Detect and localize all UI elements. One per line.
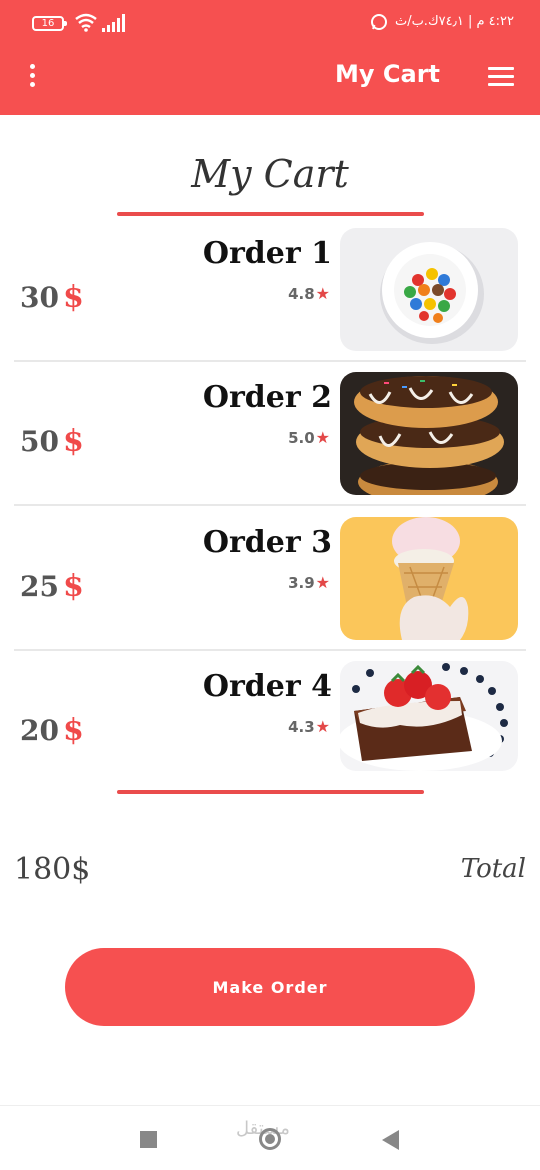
star-icon: ★ <box>315 284 330 303</box>
price-value: 25 <box>20 570 59 603</box>
recent-apps-icon[interactable] <box>140 1131 157 1148</box>
list-bottom-divider <box>117 790 424 794</box>
wifi-icon <box>75 13 97 32</box>
currency-symbol: $ <box>62 713 84 748</box>
star-icon: ★ <box>315 717 330 736</box>
order-name: Order 2 <box>202 380 332 415</box>
order-price: 20 $ <box>20 713 84 748</box>
currency-symbol: $ <box>62 424 84 459</box>
order-name: Order 1 <box>202 236 332 271</box>
row-separator <box>14 649 526 651</box>
total-label: Total <box>460 854 526 884</box>
rating-value: 4.8 <box>288 285 315 303</box>
row-separator <box>14 504 526 506</box>
app-bar-title: My Cart <box>335 60 440 88</box>
price-value: 30 <box>20 281 59 314</box>
order-image-ice-cream-cone <box>340 517 518 640</box>
order-rating: 5.0★ <box>288 428 330 447</box>
order-image-candy-plate <box>340 228 518 351</box>
price-value: 20 <box>20 714 59 747</box>
star-icon: ★ <box>315 428 330 447</box>
rating-value: 3.9 <box>288 574 315 592</box>
order-price: 30 $ <box>20 280 84 315</box>
page-heading: My Cart <box>191 152 349 196</box>
battery-icon: 16 <box>32 16 67 31</box>
hamburger-menu-icon[interactable] <box>488 67 514 87</box>
order-rating: 3.9★ <box>288 573 330 592</box>
total-value: 180$ <box>14 852 91 887</box>
more-vertical-icon[interactable] <box>22 64 42 90</box>
row-separator <box>14 360 526 362</box>
order-rating: 4.3★ <box>288 717 330 736</box>
app-bar: 16 ٤:٢٢ م | ٧٤٫١ك.ب/ث My Cart <box>0 0 540 115</box>
make-order-button[interactable]: Make Order <box>65 948 475 1026</box>
currency-symbol: $ <box>62 280 84 315</box>
heading-divider <box>117 212 424 216</box>
order-name: Order 4 <box>202 669 332 704</box>
star-icon: ★ <box>315 573 330 592</box>
order-image-donut-stack <box>340 372 518 495</box>
order-price: 25 $ <box>20 569 84 604</box>
whatsapp-icon <box>371 14 387 30</box>
order-item[interactable]: Order 2 5.0★ 50 $ <box>14 372 526 506</box>
order-rating: 4.8★ <box>288 284 330 303</box>
back-icon[interactable] <box>382 1130 399 1150</box>
battery-level: 16 <box>41 18 55 29</box>
signal-icon <box>102 14 125 32</box>
price-value: 50 <box>20 425 59 458</box>
order-name: Order 3 <box>202 525 332 560</box>
order-item[interactable]: Order 1 4.8★ 30 $ <box>14 228 526 362</box>
home-icon[interactable] <box>259 1128 281 1150</box>
status-time-speed: ٤:٢٢ م | ٧٤٫١ك.ب/ث <box>394 14 514 29</box>
rating-value: 5.0 <box>288 429 315 447</box>
order-image-brownie-strawberry <box>340 661 518 771</box>
rating-value: 4.3 <box>288 718 315 736</box>
currency-symbol: $ <box>62 569 84 604</box>
status-bar: 16 ٤:٢٢ م | ٧٤٫١ك.ب/ث <box>0 10 540 38</box>
order-price: 50 $ <box>20 424 84 459</box>
order-item[interactable]: Order 3 3.9★ 25 $ <box>14 517 526 651</box>
system-nav-bar: مستقل <box>0 1105 540 1170</box>
order-item[interactable]: Order 4 4.3★ 20 $ <box>14 661 526 787</box>
